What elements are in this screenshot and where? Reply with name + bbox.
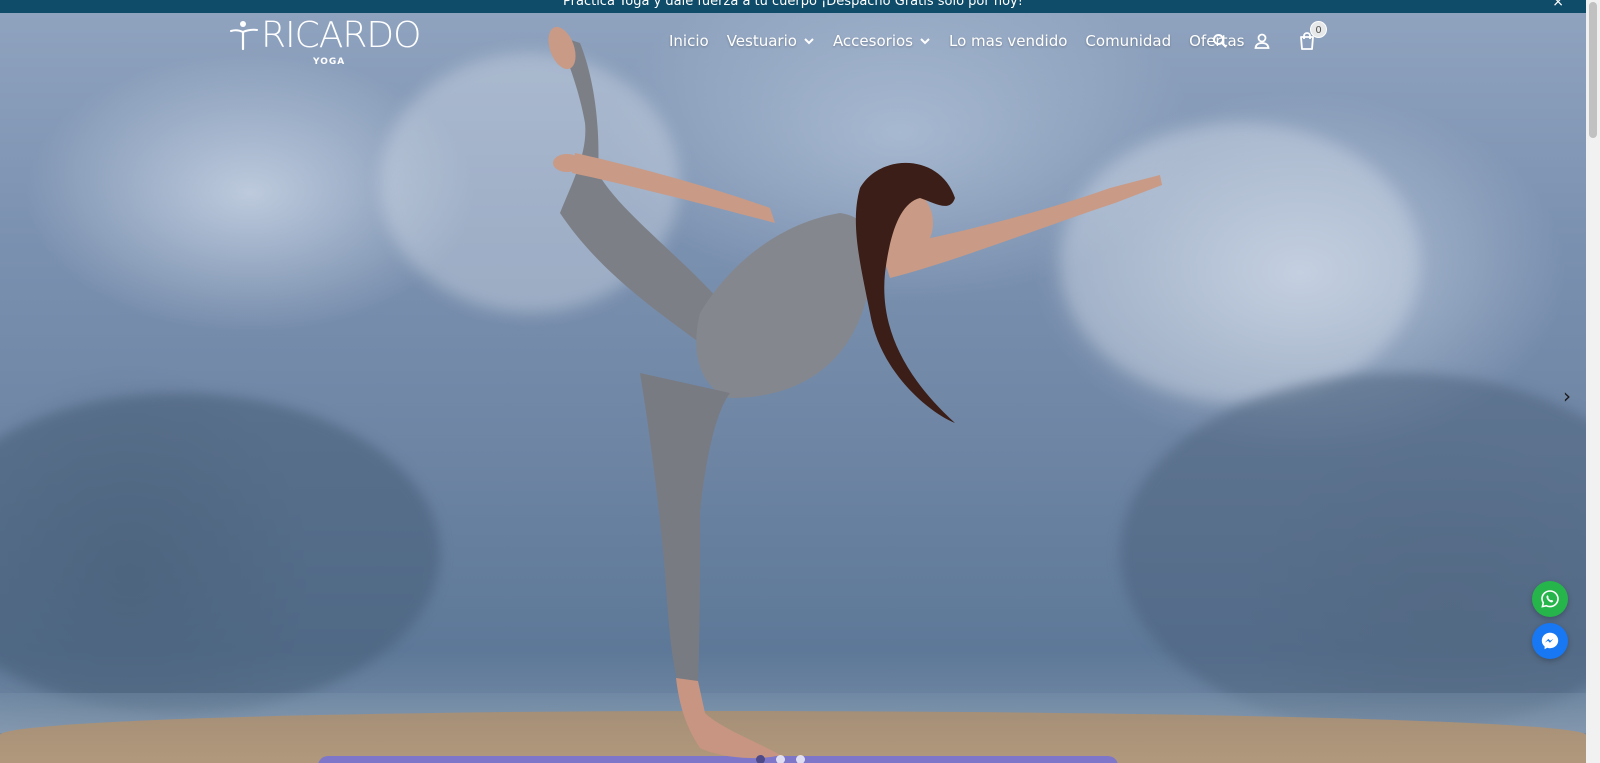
hero-slide-image — [0, 13, 1586, 763]
nav-item-lo-mas-vendido[interactable]: Lo mas vendido — [949, 31, 1067, 51]
whatsapp-icon — [1541, 590, 1559, 608]
announcement-bar: Practica Yoga y dale fuerza a tu cuerpo … — [0, 0, 1586, 13]
main-nav: Inicio Vestuario Accesorios Lo mas vendi… — [669, 30, 1244, 52]
nav-item-label: Comunidad — [1085, 32, 1172, 50]
nav-item-label: Vestuario — [726, 32, 797, 50]
nav-item-label: Lo mas vendido — [948, 32, 1068, 50]
brand-name: RICARDO — [261, 15, 421, 56]
page-scrollbar[interactable] — [1586, 0, 1600, 763]
user-icon — [1254, 33, 1270, 49]
slider-pagination — [756, 755, 816, 763]
brand-logo[interactable]: RICARDO YOGA — [229, 17, 421, 67]
chevron-down-icon — [920, 38, 930, 45]
scrollbar-thumb[interactable] — [1589, 2, 1597, 138]
slider-dot[interactable] — [756, 755, 765, 763]
cart-count-badge: 0 — [1310, 21, 1327, 38]
account-button[interactable] — [1252, 31, 1272, 51]
slider-dot[interactable] — [796, 755, 805, 763]
slider-dot[interactable] — [776, 755, 785, 763]
site-header: RICARDO YOGA Inicio Vestuario Accesorios… — [0, 13, 1586, 73]
nav-item-inicio[interactable]: Inicio — [669, 31, 709, 51]
search-button[interactable] — [1210, 31, 1230, 51]
messenger-button[interactable] — [1532, 623, 1568, 659]
yoga-woman-figure — [548, 26, 1162, 759]
announcement-text: Practica Yoga y dale fuerza a tu cuerpo … — [563, 0, 1023, 9]
slider-next-arrow[interactable]: › — [1560, 384, 1574, 408]
chevron-down-icon — [804, 38, 814, 45]
nav-item-comunidad[interactable]: Comunidad — [1085, 31, 1171, 51]
whatsapp-button[interactable] — [1532, 581, 1568, 617]
close-icon[interactable]: × — [1552, 0, 1564, 11]
nav-item-label: Inicio — [669, 32, 709, 50]
search-icon — [1213, 34, 1227, 48]
yogi-logo-icon — [230, 21, 258, 51]
messenger-icon — [1541, 632, 1559, 650]
nav-item-label: Accesorios — [832, 32, 913, 50]
nav-item-vestuario[interactable]: Vestuario — [727, 31, 815, 51]
brand-subtitle: YOGA — [313, 57, 346, 67]
nav-item-accesorios[interactable]: Accesorios — [833, 31, 931, 51]
